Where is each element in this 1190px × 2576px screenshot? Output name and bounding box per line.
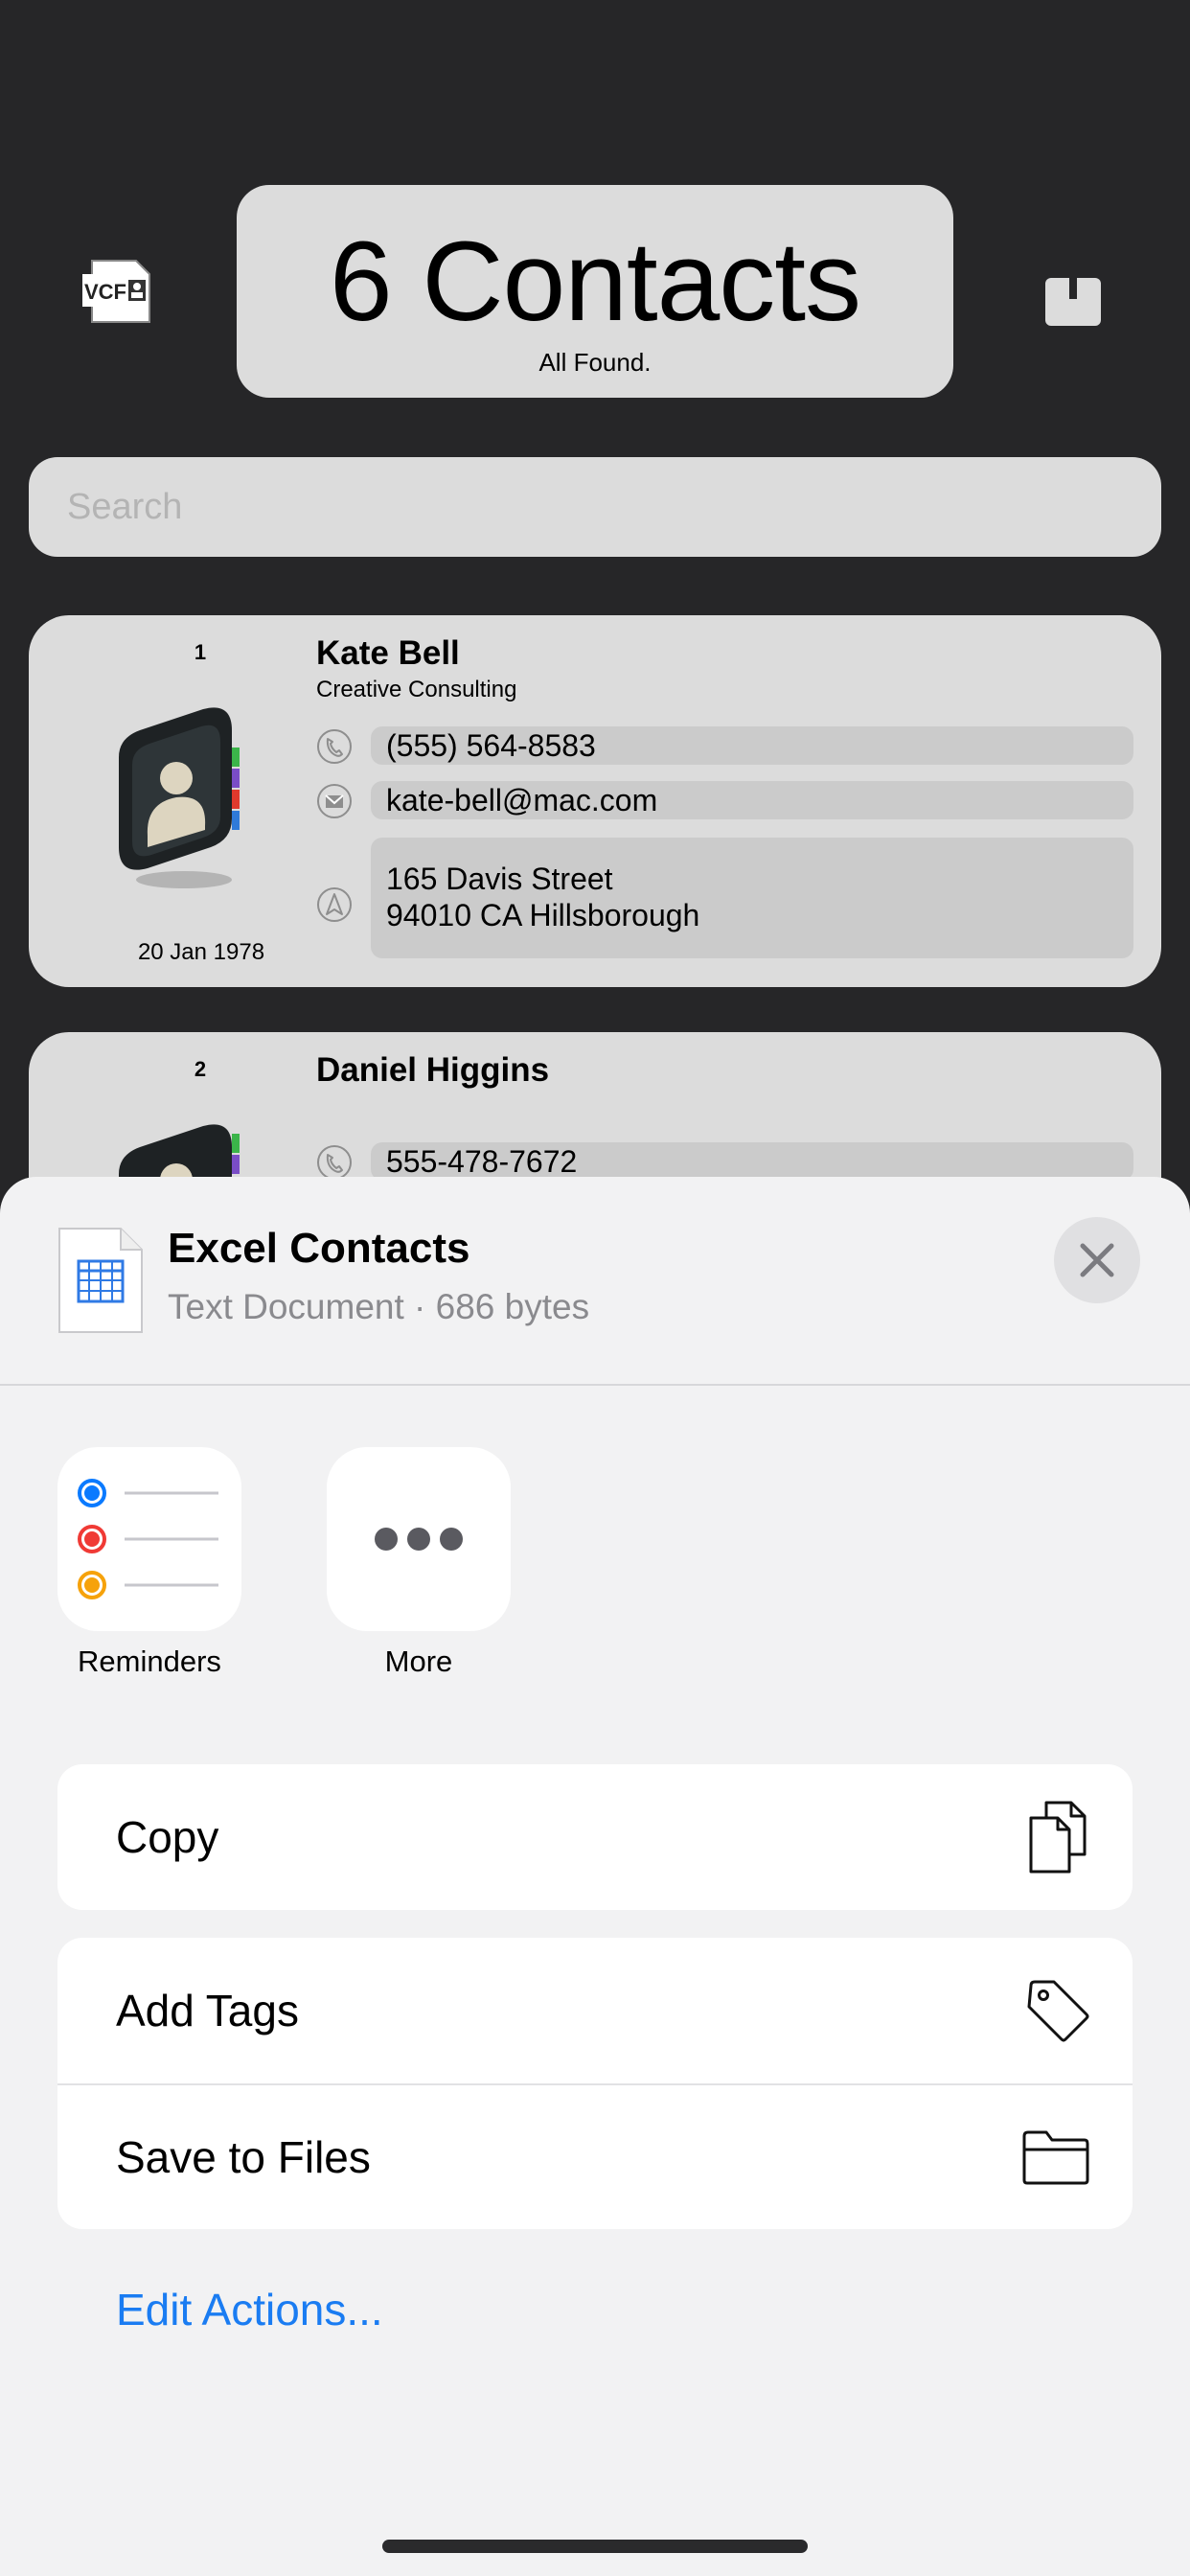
contact-phone-field[interactable]: (555) 564-8583 xyxy=(371,726,1133,765)
contact-name: Daniel Higgins xyxy=(316,1051,550,1089)
vcf-badge-text: VCF xyxy=(84,280,126,304)
copy-action-group: Copy xyxy=(57,1764,1133,1910)
contact-address-field[interactable]: 165 Davis Street 94010 CA Hillsborough xyxy=(371,838,1133,958)
vcf-file-icon[interactable]: VCF xyxy=(82,257,155,326)
share-button[interactable] xyxy=(1043,251,1103,328)
close-icon xyxy=(1080,1243,1114,1277)
shared-file-name: Excel Contacts xyxy=(168,1225,470,1272)
edit-actions-link[interactable]: Edit Actions... xyxy=(116,2284,383,2335)
more-icon xyxy=(375,1528,463,1551)
address-line-2: 94010 CA Hillsborough xyxy=(386,898,700,932)
reminders-app-button[interactable] xyxy=(57,1447,241,1631)
reminders-app-label: Reminders xyxy=(78,1644,221,1678)
more-apps-label: More xyxy=(384,1644,453,1678)
add-tags-button[interactable]: Add Tags xyxy=(57,1938,1133,2083)
contact-email-field[interactable]: kate-bell@mac.com xyxy=(371,781,1133,819)
spreadsheet-file-icon xyxy=(57,1227,144,1334)
save-to-files-label: Save to Files xyxy=(116,2132,371,2182)
shared-file-meta: Text Document · 686 bytes xyxy=(168,1287,590,1326)
email-icon xyxy=(317,784,352,818)
home-indicator[interactable] xyxy=(382,2540,808,2553)
tag-icon xyxy=(1027,1980,1089,2042)
add-tags-label: Add Tags xyxy=(116,1986,299,2036)
address-line-1: 165 Davis Street xyxy=(386,862,613,896)
contacts-count-card: 6 Contacts All Found. xyxy=(237,185,953,398)
contact-card[interactable]: 1 20 Jan 1978 Kate Bell Creative Consult… xyxy=(29,615,1161,987)
close-button[interactable] xyxy=(1054,1217,1140,1303)
reminders-icon xyxy=(78,1479,218,1599)
share-sheet: Excel Contacts Text Document · 686 bytes… xyxy=(0,1177,1190,2576)
contact-company: Creative Consulting xyxy=(316,677,517,702)
share-icon xyxy=(1045,251,1101,326)
contact-name: Kate Bell xyxy=(316,634,460,672)
more-apps-button[interactable] xyxy=(327,1447,511,1631)
folder-icon xyxy=(1022,2130,1089,2185)
copy-button[interactable]: Copy xyxy=(57,1764,1133,1910)
copy-label: Copy xyxy=(116,1812,219,1862)
contact-avatar-icon xyxy=(98,705,276,897)
file-action-group: Add Tags Save to Files xyxy=(57,1938,1133,2229)
contact-index: 2 xyxy=(194,1057,207,1081)
phone-icon xyxy=(317,1145,352,1180)
page-subtitle: All Found. xyxy=(538,348,652,377)
page-title: 6 Contacts xyxy=(329,218,861,345)
contact-index: 1 xyxy=(194,640,207,664)
save-to-files-button[interactable]: Save to Files xyxy=(57,2083,1133,2229)
contact-dob: 20 Jan 1978 xyxy=(137,939,265,965)
location-icon xyxy=(317,887,352,922)
search-input[interactable] xyxy=(29,457,1161,557)
copy-icon xyxy=(1029,1801,1087,1874)
sheet-divider xyxy=(0,1384,1190,1386)
contact-phone-field[interactable]: 555-478-7672 xyxy=(371,1142,1133,1181)
phone-icon xyxy=(317,729,352,764)
